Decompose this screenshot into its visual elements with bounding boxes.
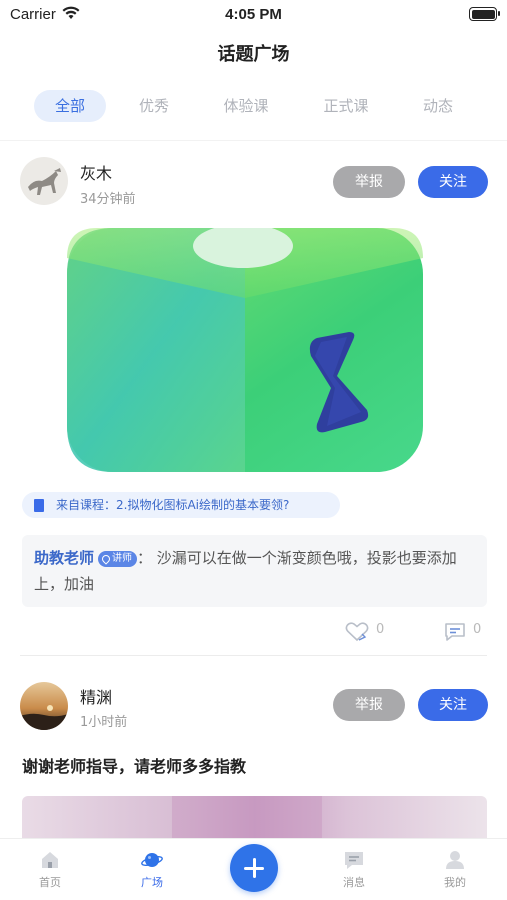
report-button[interactable]: 举报 xyxy=(333,689,405,721)
teacher-comment: 助教老师 讲师： 沙漏可以在做一个渐变颜色哦，投影也要添加上，加油 xyxy=(22,535,487,607)
planet-icon xyxy=(141,853,163,867)
username[interactable]: 灰木 xyxy=(80,160,112,184)
tab-all[interactable]: 全部 xyxy=(34,90,106,122)
comment-icon[interactable] xyxy=(444,622,466,642)
avatar[interactable] xyxy=(20,157,68,205)
course-tag[interactable]: 来自课程：2.拟物化图标Ai绘制的基本要领? xyxy=(22,492,340,518)
tabs-divider xyxy=(0,140,507,141)
message-icon xyxy=(345,852,363,869)
tab-formal-class[interactable]: 正式课 xyxy=(310,90,382,122)
post-stats: 0 0 xyxy=(0,620,507,642)
home-icon xyxy=(42,852,58,868)
report-button[interactable]: 举报 xyxy=(333,166,405,198)
heart-icon[interactable] xyxy=(345,622,369,642)
follow-button[interactable]: 关注 xyxy=(418,166,488,198)
tab-square-label: 广场 xyxy=(141,876,163,889)
avatar[interactable] xyxy=(20,682,68,730)
tab-home-label: 首页 xyxy=(39,876,61,889)
username[interactable]: 精渊 xyxy=(80,684,112,708)
tab-trial-class[interactable]: 体验课 xyxy=(210,90,282,122)
create-post-button[interactable] xyxy=(230,844,278,892)
lecturer-badge: 讲师 xyxy=(98,551,138,567)
post-image[interactable] xyxy=(67,228,423,472)
post-divider xyxy=(20,655,487,656)
comment-count: 0 xyxy=(473,622,482,637)
category-tabs: 全部 优秀 体验课 正式课 动态 xyxy=(0,90,507,122)
tab-messages[interactable]: 消息 xyxy=(324,849,384,890)
post-time: 34分钟前 xyxy=(80,192,136,207)
comment-author[interactable]: 助教老师 xyxy=(34,549,94,567)
status-time: 4:05 PM xyxy=(225,6,282,23)
follow-button[interactable]: 关注 xyxy=(418,689,488,721)
tab-square[interactable]: 广场 xyxy=(122,849,182,890)
book-icon xyxy=(34,499,44,512)
tab-home[interactable]: 首页 xyxy=(20,849,80,890)
page-title: 话题广场 xyxy=(217,44,290,65)
tab-excellent[interactable]: 优秀 xyxy=(120,90,188,122)
like-count: 0 xyxy=(376,622,385,637)
topic-square-screen: Carrier 4:05 PM 话题广场 全部 优秀 体验课 正式课 动态 灰木… xyxy=(0,0,507,900)
tab-updates[interactable]: 动态 xyxy=(402,90,474,122)
post-text: 谢谢老师指导，请老师多多指教 xyxy=(22,757,247,776)
course-tag-text: 来自课程：2.拟物化图标Ai绘制的基本要领? xyxy=(56,498,290,512)
tab-messages-label: 消息 xyxy=(343,876,365,889)
battery-icon xyxy=(469,7,500,21)
tab-profile-label: 我的 xyxy=(444,876,466,889)
status-bar: Carrier 4:05 PM xyxy=(0,0,507,30)
post-time: 1小时前 xyxy=(80,715,128,730)
profile-icon xyxy=(446,851,464,869)
tab-profile[interactable]: 我的 xyxy=(425,849,485,890)
